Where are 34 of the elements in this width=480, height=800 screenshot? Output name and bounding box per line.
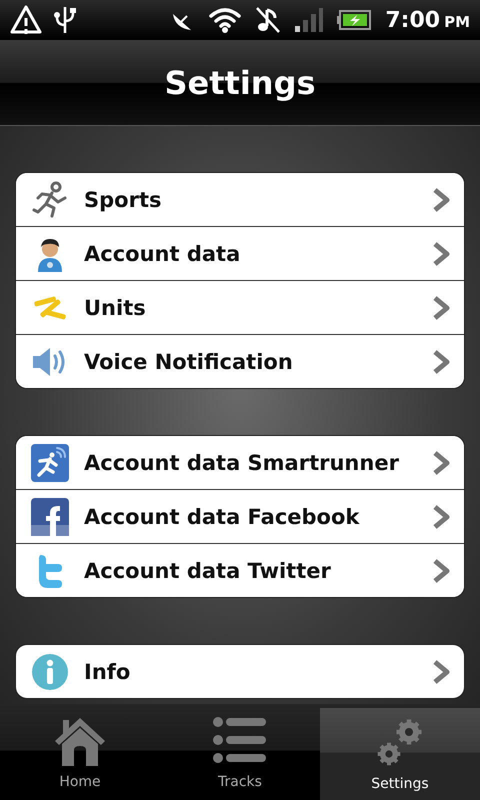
item-label: Account data [84,242,242,266]
item-label: Account data Facebook [84,504,360,528]
settings-item[interactable]: Voice Notification [16,334,464,388]
item-label: Voice Notification [84,350,294,374]
usb-icon [54,5,76,35]
clock-period: PM [444,12,470,30]
info-icon [30,652,70,692]
item-label: Info [84,660,132,684]
item-label: Units [84,296,147,320]
settings-item[interactable]: Info [16,645,464,698]
chevron-icon [432,504,450,528]
chevron-icon [432,660,450,684]
settings-item[interactable]: Account data Twitter [16,543,464,597]
muted-note-icon [255,6,282,34]
chevron-icon [432,296,450,320]
wifi-icon [209,7,242,33]
signal-icon [295,8,324,32]
chevron-icon [432,350,450,374]
battery-icon [337,10,372,30]
clock-time: 7:00 [385,8,440,32]
item-label: Account data Smartrunner [84,450,400,474]
chevron-icon [432,242,450,266]
tab[interactable]: Tracks [160,704,320,800]
chevron-icon [432,188,450,212]
item-label: Account data Twitter [84,558,332,582]
tab[interactable]: Home [0,704,160,800]
runner-app-icon [30,442,70,482]
warning-icon [10,4,42,36]
chevron-icon [432,450,450,474]
screen-title: Settings [164,64,316,102]
item-label: Sports [84,188,162,212]
facebook-icon [30,496,70,536]
tab[interactable]: Settings [320,708,480,800]
chevron-icon [432,558,450,582]
